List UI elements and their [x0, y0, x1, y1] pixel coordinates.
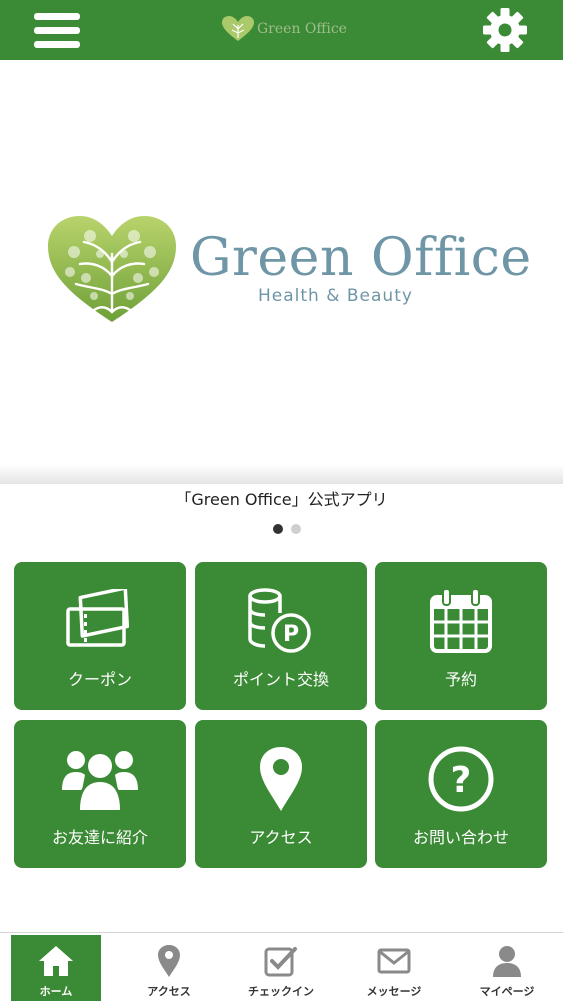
tile-label: アクセス	[249, 828, 313, 847]
nav-label: メッセージ	[366, 985, 422, 998]
svg-text:?: ?	[451, 760, 472, 801]
bottom-nav: ホーム アクセス チェックイン メッセージ マイページ	[0, 932, 563, 1001]
map-pin-icon	[158, 945, 180, 977]
nav-label: アクセス	[147, 985, 191, 998]
group-people-icon	[62, 751, 138, 811]
nav-label: ホーム	[39, 985, 73, 998]
nav-access[interactable]: アクセス	[124, 935, 214, 1001]
nav-label: チェックイン	[248, 985, 314, 998]
nav-message[interactable]: メッセージ	[349, 935, 439, 1001]
tile-label: クーポン	[67, 670, 132, 689]
invite-friends-tile[interactable]: お友達に紹介	[14, 720, 186, 868]
question-circle-icon: ?	[428, 746, 494, 812]
coins-points-icon: P	[248, 588, 311, 653]
app-header: Green Office	[0, 0, 563, 60]
nav-mypage[interactable]: マイページ	[462, 935, 552, 1001]
tile-label: お友達に紹介	[51, 828, 148, 847]
coupon-tile[interactable]: クーポン	[14, 562, 186, 710]
access-tile[interactable]: アクセス	[195, 720, 367, 868]
user-icon	[493, 946, 521, 977]
envelope-icon	[377, 948, 411, 974]
header-logo-text: Green Office	[257, 21, 347, 37]
reservation-tile[interactable]: 予約	[375, 562, 547, 710]
carousel-dot[interactable]	[291, 524, 301, 534]
nav-home[interactable]: ホーム	[11, 935, 101, 1001]
hero-divider	[0, 464, 563, 484]
tile-label: お問い合わせ	[412, 828, 509, 847]
hero-subtitle: Health & Beauty	[258, 286, 413, 306]
header-logo: Green Office	[222, 14, 347, 44]
gear-icon[interactable]	[482, 7, 528, 53]
tile-label: ポイント交換	[232, 670, 329, 689]
map-pin-icon	[260, 747, 302, 811]
carousel-dot-active[interactable]	[273, 524, 283, 534]
nav-checkin[interactable]: チェックイン	[236, 935, 326, 1001]
svg-text:P: P	[283, 622, 299, 647]
calendar-icon	[430, 588, 492, 653]
checkin-icon	[264, 947, 297, 977]
contact-tile[interactable]: ? お問い合わせ	[375, 720, 547, 868]
tile-label: 予約	[444, 670, 477, 689]
ticket-icon	[66, 589, 130, 647]
point-exchange-tile[interactable]: P ポイント交換	[195, 562, 367, 710]
heart-logo-icon	[222, 16, 254, 41]
hero-title: Green Office	[190, 228, 532, 288]
hamburger-menu-icon[interactable]	[34, 10, 82, 50]
nav-label: マイページ	[479, 985, 535, 998]
banner-caption: 「Green Office」公式アプリ	[175, 490, 388, 509]
home-icon	[39, 946, 73, 976]
carousel-dots	[273, 524, 301, 534]
heart-tree-logo-icon	[48, 216, 176, 322]
hero-banner[interactable]: Green Office Health & Beauty	[0, 60, 563, 480]
